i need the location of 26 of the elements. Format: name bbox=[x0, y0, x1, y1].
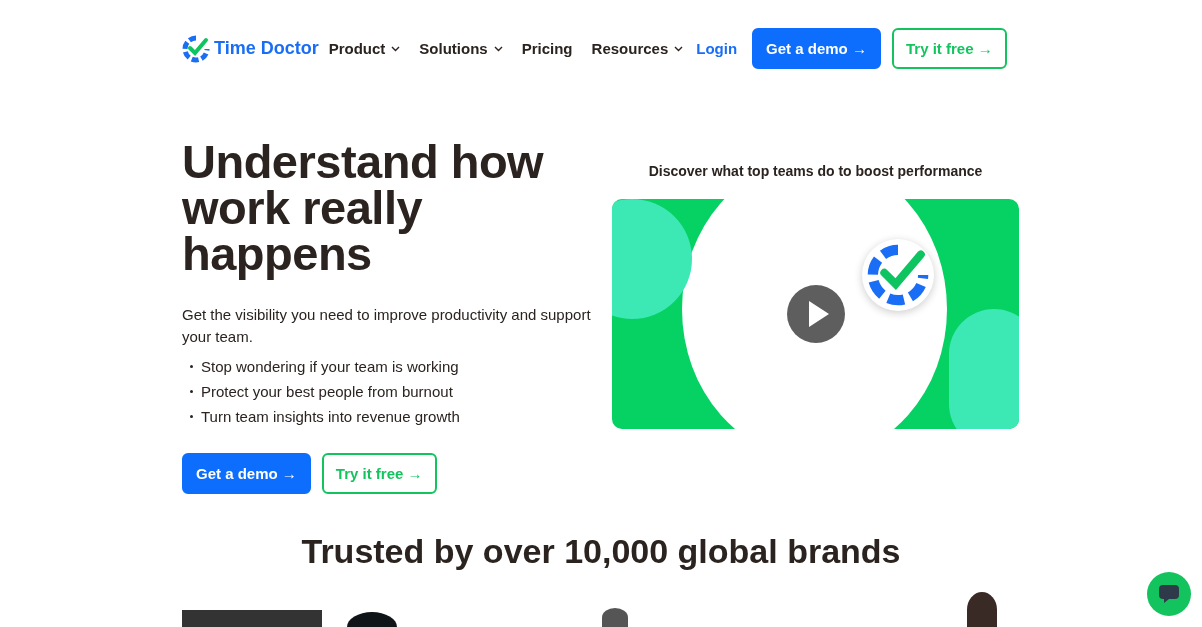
nav-link[interactable]: Solutions bbox=[419, 40, 503, 57]
bullet-text: Protect your best people from burnout bbox=[201, 383, 453, 400]
chevron-down-icon bbox=[493, 45, 503, 52]
bullet-icon bbox=[190, 390, 193, 393]
brands-heading: Trusted by over 10,000 global brands bbox=[300, 532, 902, 571]
logo-text[interactable]: Time Doctor bbox=[214, 38, 319, 59]
nav-link[interactable]: Product bbox=[328, 40, 401, 57]
nav-link[interactable]: Pricing bbox=[521, 40, 573, 57]
chevron-down-icon bbox=[674, 45, 684, 52]
chat-button[interactable] bbox=[1147, 572, 1191, 616]
bullet-text: Stop wondering if your team is working bbox=[201, 358, 459, 375]
hero-subtitle: Get the visibility you need to improve productivity and support your team. bbox=[182, 305, 592, 347]
demo-button[interactable]: Get a demo → bbox=[752, 28, 881, 69]
trial-button[interactable]: Try it free → bbox=[321, 453, 437, 494]
chat-icon bbox=[1158, 584, 1180, 604]
bullet-icon bbox=[190, 415, 193, 418]
bullet-text: Turn team insights into revenue growth bbox=[201, 408, 460, 425]
play-icon[interactable] bbox=[787, 285, 845, 343]
video-caption: Discover what top teams do to boost performance bbox=[648, 163, 983, 179]
trial-button[interactable]: Try it free → bbox=[891, 28, 1007, 69]
nav-link[interactable]: Resources bbox=[591, 40, 684, 57]
chevron-down-icon bbox=[391, 45, 401, 52]
bullet-icon bbox=[190, 365, 193, 368]
logo-icon bbox=[182, 34, 210, 63]
login-link[interactable]: Login bbox=[696, 40, 738, 57]
demo-button[interactable]: Get a demo → bbox=[182, 453, 311, 494]
